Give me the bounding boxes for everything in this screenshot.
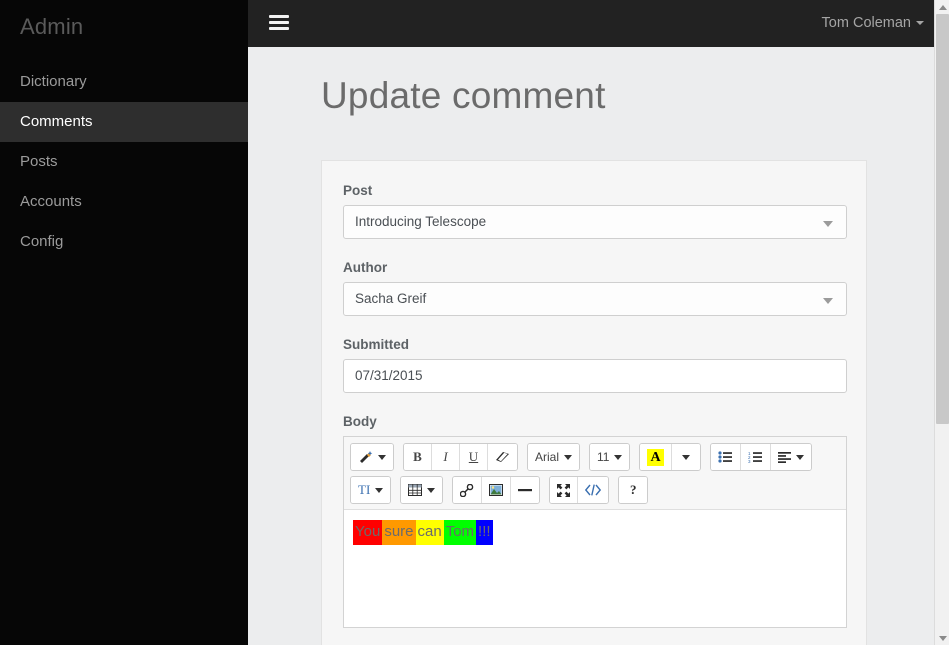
sidebar-item-accounts[interactable]: Accounts [0,182,248,222]
paragraph-style-dropdown[interactable]: TI [351,477,391,503]
font-name-value: Arial [535,450,560,464]
editor-toolbar: B I U Arial 11 A 1 2 3 TI ? [344,437,846,510]
svg-text:3: 3 [748,459,751,463]
bullet-list-glyph [718,451,732,463]
image-glyph [489,484,504,496]
image-icon[interactable] [482,477,512,503]
font-size-value: 11 [597,450,610,464]
sidebar: Admin Dictionary Comments Posts Accounts… [0,0,248,645]
submitted-label: Submitted [343,337,409,352]
chevron-down-icon [823,298,833,304]
font-size-group: 11 [589,443,631,471]
editor-toolbar-row-2: TI ? [350,476,842,504]
editor-segment-3: can [415,520,444,545]
chevron-down-icon [795,454,804,460]
post-label: Post [343,183,373,198]
help-group: ? [618,476,649,504]
editor-segment-2: sure [382,520,416,545]
table-glyph [408,484,423,496]
magic-wand-icon[interactable] [351,444,393,470]
font-name-dropdown[interactable]: Arial [528,444,580,470]
view-group [549,476,610,504]
question-icon[interactable]: ? [619,477,648,503]
magic-wand-glyph [360,450,373,463]
chevron-down-icon [564,454,573,460]
sidebar-item-dictionary[interactable]: Dictionary [0,62,248,102]
style-group [350,443,394,471]
bullet-list-icon[interactable] [710,444,741,470]
horizontal-rule-glyph [518,489,533,492]
sidebar-item-comments[interactable]: Comments [0,102,248,142]
chevron-down-icon [823,221,833,227]
page-scrollbar[interactable] [934,0,949,645]
paragraph-style-label: TI [358,482,371,497]
chevron-down-icon [378,454,386,460]
chevron-down-icon [427,487,436,493]
body-label: Body [343,414,377,429]
top-bar: Tom Coleman [248,0,938,47]
hamburger-icon[interactable] [264,11,294,37]
app-window: Admin Dictionary Comments Posts Accounts… [0,0,949,645]
fullscreen-glyph [557,483,571,497]
font-name-group: Arial [527,443,581,471]
content-area: Update comment Post Introducing Telescop… [248,47,938,645]
fullscreen-icon[interactable] [550,477,579,503]
chevron-down-icon [614,454,623,460]
list-group: 1 2 3 [709,443,812,471]
user-menu-label: Tom Coleman [821,15,911,31]
rich-text-editor: B I U Arial 11 A 1 2 3 TI ? You sure can… [343,436,847,628]
author-select[interactable]: Sacha Greif [343,282,847,316]
scrollbar-thumb[interactable] [936,14,949,424]
editor-segment-1: You [353,520,383,545]
editor-segment-5: !!! [476,520,493,545]
editor-toolbar-row-1: B I U Arial 11 A 1 2 3 [350,443,842,471]
numbered-list-glyph: 1 2 3 [748,451,762,463]
highlight-a-icon[interactable]: A [640,444,672,470]
sidebar-item-posts[interactable]: Posts [0,142,248,182]
font-size-dropdown[interactable]: 11 [590,444,630,470]
align-left-icon[interactable] [770,444,811,470]
table-icon[interactable] [401,477,443,503]
eraser-glyph [496,452,509,462]
underline-button[interactable]: U [460,444,488,470]
table-group [400,476,444,504]
brand-title: Admin [20,14,84,39]
chevron-down-icon [375,487,384,493]
paragraph-style-group: TI [350,476,392,504]
bold-button[interactable]: B [404,444,432,470]
color-group: A [639,443,701,471]
post-select-value: Introducing Telescope [355,214,487,229]
chevron-down-icon [916,21,924,26]
insert-group [452,476,541,504]
chevron-down-icon [681,454,690,460]
scroll-down-arrow-icon[interactable] [935,631,949,645]
post-select[interactable]: Introducing Telescope [343,205,847,239]
italic-button[interactable]: I [432,444,460,470]
code-view-glyph [585,484,602,496]
code-icon[interactable] [578,477,609,503]
submitted-input-value: 07/31/2015 [355,368,423,383]
eraser-icon[interactable] [488,444,517,470]
scroll-up-arrow-icon[interactable] [935,0,949,14]
submitted-input[interactable]: 07/31/2015 [343,359,847,393]
author-label: Author [343,260,388,275]
editor-content[interactable]: You sure can Tom!!! [344,510,846,627]
numbered-list-icon[interactable]: 1 2 3 [740,444,771,470]
page-title: Update comment [321,75,606,116]
comment-form-card: Post Introducing Telescope Author Sacha … [321,160,867,645]
color-picker-dropdown[interactable] [671,444,700,470]
sidebar-nav: Dictionary Comments Posts Accounts Confi… [0,62,248,262]
link-icon[interactable] [453,477,483,503]
align-left-glyph [777,451,791,463]
sidebar-item-config[interactable]: Config [0,222,248,262]
text-style-group: B I U [403,443,518,471]
author-select-value: Sacha Greif [355,291,427,306]
editor-segment-4: Tom [443,520,477,545]
user-menu-button[interactable]: Tom Coleman [822,0,924,47]
hr-icon[interactable] [511,477,540,503]
link-glyph [460,483,474,497]
